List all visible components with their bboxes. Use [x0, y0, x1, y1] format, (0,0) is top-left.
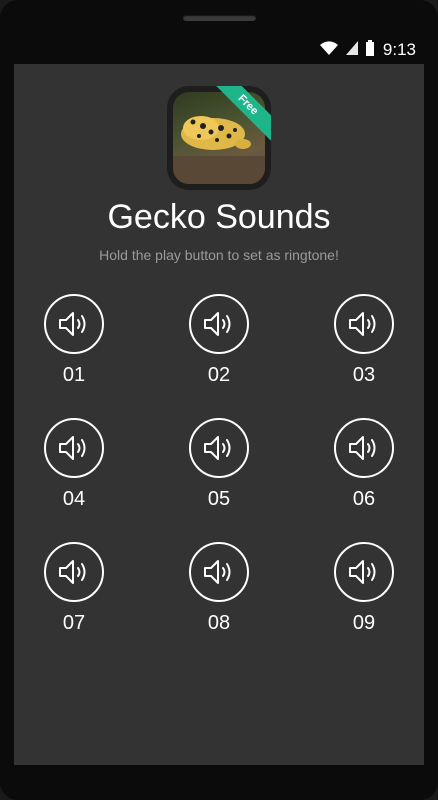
sound-label: 01 — [62, 364, 86, 386]
status-bar: 9:13 — [14, 36, 424, 64]
sound-label: 09 — [352, 612, 376, 634]
battery-icon — [365, 39, 375, 61]
sound-button-08[interactable]: 08 — [169, 542, 269, 635]
app-screen: Free Gecko Sounds Hold the play button t… — [14, 64, 424, 765]
play-circle[interactable] — [334, 418, 394, 478]
speaker-icon — [59, 436, 86, 460]
sound-button-02[interactable]: 02 — [169, 294, 269, 387]
speaker-icon — [349, 312, 376, 336]
speaker-icon — [349, 436, 376, 460]
sound-label: 05 — [207, 488, 231, 510]
sound-button-07[interactable]: 07 — [24, 542, 124, 635]
sound-button-05[interactable]: 05 — [169, 418, 269, 511]
earpiece-speaker — [183, 15, 256, 21]
play-circle[interactable] — [189, 542, 249, 602]
wifi-icon — [319, 40, 339, 61]
sound-label: 07 — [62, 612, 86, 634]
app-subtitle: Hold the play button to set as ringtone! — [99, 247, 339, 263]
sound-label: 02 — [207, 364, 231, 386]
app-logo: Free — [167, 86, 271, 190]
sound-button-03[interactable]: 03 — [314, 294, 414, 387]
speaker-icon — [59, 560, 86, 584]
sound-label: 04 — [62, 488, 86, 510]
play-circle[interactable] — [44, 294, 104, 354]
speaker-icon — [204, 312, 231, 336]
play-circle[interactable] — [44, 418, 104, 478]
play-circle[interactable] — [44, 542, 104, 602]
speaker-icon — [59, 312, 86, 336]
speaker-icon — [204, 560, 231, 584]
play-circle[interactable] — [189, 294, 249, 354]
app-title: Gecko Sounds — [107, 198, 331, 236]
sound-button-01[interactable]: 01 — [24, 294, 124, 387]
signal-icon — [345, 40, 359, 61]
sound-button-04[interactable]: 04 — [24, 418, 124, 511]
play-circle[interactable] — [189, 418, 249, 478]
status-time: 9:13 — [382, 40, 416, 59]
bottom-bezel — [0, 765, 438, 800]
play-circle[interactable] — [334, 294, 394, 354]
sound-button-06[interactable]: 06 — [314, 418, 414, 511]
sound-button-09[interactable]: 09 — [314, 542, 414, 635]
speaker-icon — [204, 436, 231, 460]
play-circle[interactable] — [334, 542, 394, 602]
sound-label: 06 — [352, 488, 376, 510]
sound-label: 03 — [352, 364, 376, 386]
speaker-icon — [349, 560, 376, 584]
phone-frame: 9:13 Free Gecko Sounds Hold the play but… — [0, 0, 438, 800]
sound-label: 08 — [207, 612, 231, 634]
